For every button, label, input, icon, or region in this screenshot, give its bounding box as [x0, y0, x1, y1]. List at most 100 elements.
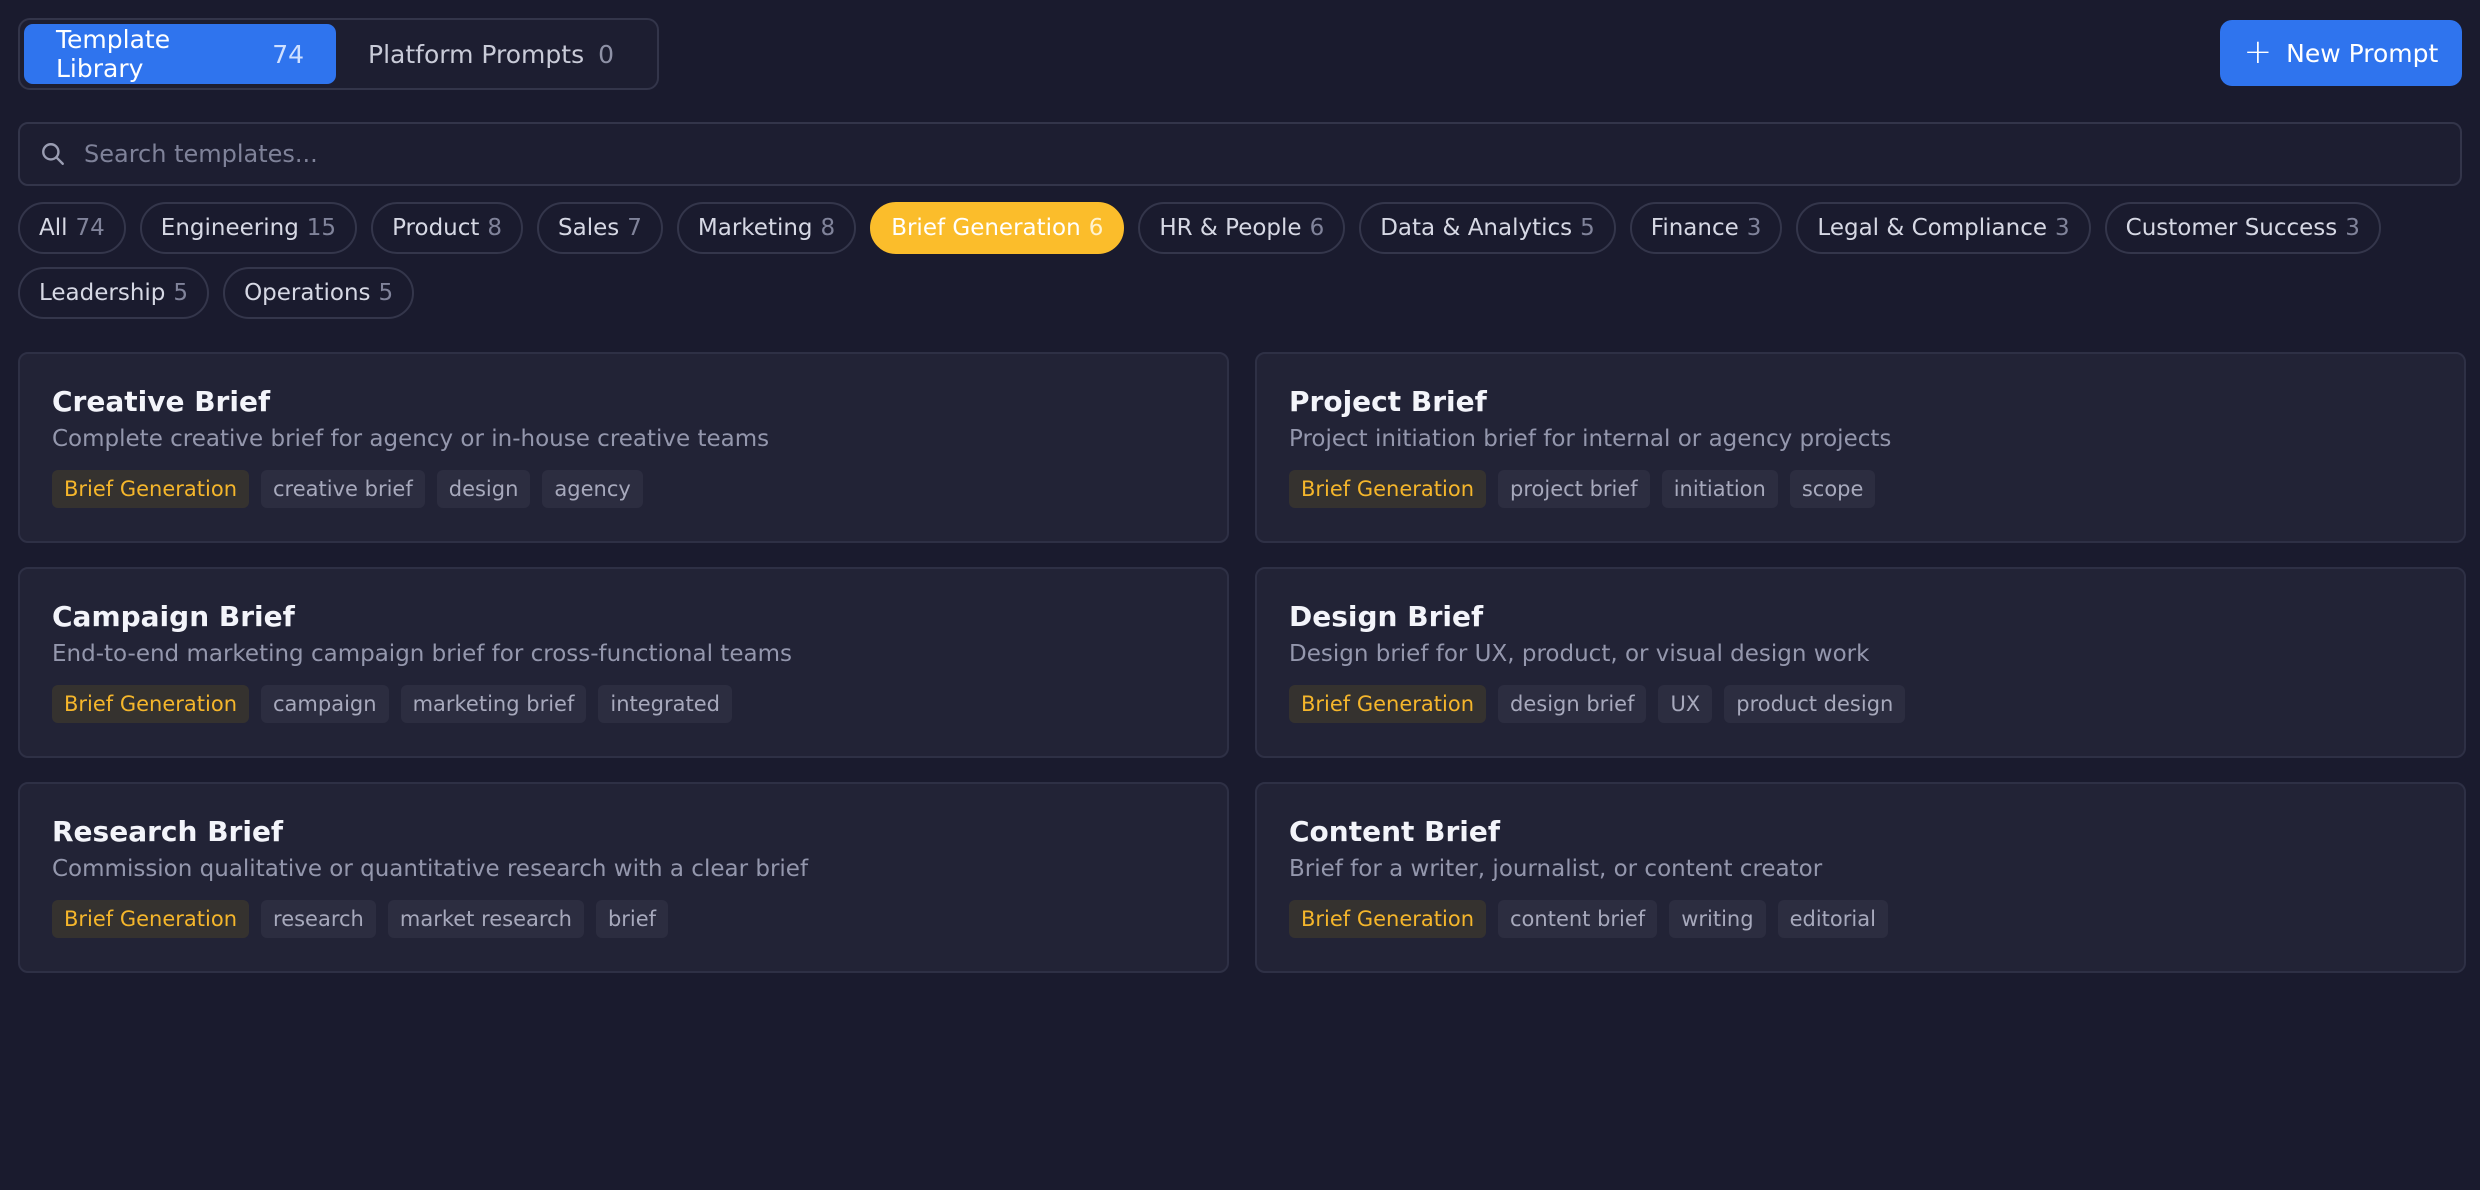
- template-card-description: Commission qualitative or quantitative r…: [52, 856, 809, 882]
- template-card-title: Campaign Brief: [52, 600, 295, 633]
- template-card-title: Project Brief: [1289, 385, 1487, 418]
- filter-row: Leadership 5 Operations 5: [18, 267, 2462, 319]
- filter-chip-brief-generation[interactable]: Brief Generation 6: [870, 202, 1125, 254]
- template-card[interactable]: Campaign Brief End-to-end marketing campa…: [18, 567, 1229, 758]
- template-card-description: Project initiation brief for internal or…: [1289, 426, 1892, 452]
- filter-chip-count: 5: [1580, 215, 1595, 241]
- template-card[interactable]: Content Brief Brief for a writer, journal…: [1255, 782, 2466, 973]
- filter-chip-label: All: [39, 215, 68, 241]
- keyword-tag: marketing brief: [400, 685, 587, 723]
- template-card-tags: Brief Generation campaign marketing brief i…: [52, 685, 1195, 723]
- keyword-tag: market research: [387, 900, 584, 938]
- filter-chip-count: 8: [820, 215, 836, 241]
- tab-label: Platform Prompts: [368, 39, 585, 69]
- template-card-description: Design brief for UX, product, or visual …: [1289, 641, 1870, 667]
- filter-chip-sales[interactable]: Sales 7: [537, 202, 663, 254]
- keyword-tag: project brief: [1498, 470, 1650, 508]
- template-card-description: Brief for a writer, journalist, or conte…: [1289, 856, 1823, 882]
- filter-chip-label: HR & People: [1159, 215, 1302, 241]
- keyword-tag: creative brief: [261, 470, 425, 508]
- template-card[interactable]: Project Brief Project initiation brief fo…: [1255, 352, 2466, 543]
- filter-chip-count: 5: [173, 280, 189, 306]
- keyword-tag: UX: [1658, 685, 1713, 723]
- filter-chip-count: 3: [2055, 215, 2070, 241]
- keyword-tag: initiation: [1661, 470, 1778, 508]
- filter-chip-count: 5: [378, 280, 394, 306]
- filter-chip-engineering[interactable]: Engineering 15: [139, 202, 358, 254]
- template-library-page: Template Library 74 Platform Prompts 0 +…: [0, 0, 2480, 1190]
- filter-chip-label: Finance: [1650, 215, 1739, 241]
- template-card-tags: Brief Generation design brief UX product de…: [1289, 685, 2432, 723]
- filter-row: All 74 Engineering 15 Product 8 Sales 7 Marketin…: [18, 202, 2462, 254]
- template-card[interactable]: Creative Brief Complete creative brief fo…: [18, 352, 1229, 543]
- tab-template-library[interactable]: Template Library 74: [24, 24, 336, 84]
- top-bar: Template Library 74 Platform Prompts 0 +…: [18, 18, 2462, 90]
- category-tag: Brief Generation: [1289, 900, 1487, 938]
- keyword-tag: integrated: [598, 685, 732, 723]
- keyword-tag: design: [436, 470, 531, 508]
- filter-chip-leadership[interactable]: Leadership 5: [18, 267, 210, 319]
- category-tag: Brief Generation: [52, 470, 250, 508]
- filter-chip-product[interactable]: Product 8: [371, 202, 524, 254]
- filter-chip-finance[interactable]: Finance 3: [1629, 202, 1783, 254]
- filter-chip-count: 3: [1746, 215, 1762, 241]
- filter-chip-label: Legal & Compliance: [1817, 215, 2048, 241]
- tab-count: 0: [598, 39, 614, 69]
- search-icon: [42, 143, 64, 165]
- tab-count: 74: [272, 39, 304, 69]
- category-tag: Brief Generation: [1289, 470, 1487, 508]
- keyword-tag: agency: [542, 470, 643, 508]
- tab-label: Template Library: [56, 25, 171, 83]
- filter-chip-count: 3: [2345, 215, 2360, 241]
- filter-chip-label: Operations: [244, 280, 371, 306]
- filter-chip-label: Product: [392, 215, 480, 241]
- keyword-tag: brief: [595, 900, 669, 938]
- template-card-title: Research Brief: [52, 815, 284, 848]
- keyword-tag: research: [261, 900, 376, 938]
- filter-chip-count: 74: [75, 215, 105, 241]
- keyword-tag: design brief: [1498, 685, 1647, 723]
- template-card-description: End-to-end marketing campaign brief for …: [52, 641, 792, 667]
- filter-chip-label: Sales: [558, 215, 620, 241]
- search-bar: [18, 122, 2462, 186]
- category-tag: Brief Generation: [52, 900, 250, 938]
- keyword-tag: product design: [1724, 685, 1906, 723]
- filter-chip-label: Customer Success: [2125, 215, 2338, 241]
- filter-chip-label: Brief Generation: [891, 215, 1081, 241]
- keyword-tag: editorial: [1777, 900, 1888, 938]
- keyword-tag: scope: [1789, 470, 1876, 508]
- filter-chip-customer-success[interactable]: Customer Success 3: [2104, 202, 2381, 254]
- view-tabs: Template Library 74 Platform Prompts 0: [18, 18, 659, 90]
- plus-icon: +: [2243, 31, 2273, 72]
- keyword-tag: campaign: [261, 685, 389, 723]
- filter-chip-legal-compliance[interactable]: Legal & Compliance 3: [1796, 202, 2091, 254]
- category-tag: Brief Generation: [1289, 685, 1487, 723]
- template-card-title: Content Brief: [1289, 815, 1501, 848]
- filter-chip-count: 6: [1309, 215, 1325, 241]
- template-card-description: Complete creative brief for agency or in…: [52, 426, 770, 452]
- template-card[interactable]: Research Brief Commission qualitative or …: [18, 782, 1229, 973]
- filter-chip-count: 7: [627, 215, 642, 241]
- filter-chip-all[interactable]: All 74: [18, 202, 126, 254]
- new-prompt-button[interactable]: + New Prompt: [2220, 20, 2462, 86]
- filter-chip-count: 15: [306, 215, 337, 241]
- category-filters: All 74 Engineering 15 Product 8 Sales 7 Marketin…: [18, 202, 2462, 332]
- new-prompt-label: New Prompt: [2286, 38, 2439, 68]
- filter-chip-label: Engineering: [160, 215, 299, 241]
- tab-platform-prompts[interactable]: Platform Prompts 0: [336, 24, 646, 84]
- filter-chip-marketing[interactable]: Marketing 8: [676, 202, 857, 254]
- template-card-tags: Brief Generation project brief initiation s…: [1289, 470, 2432, 508]
- search-input[interactable]: [84, 140, 2460, 168]
- keyword-tag: content brief: [1498, 900, 1658, 938]
- template-card-tags: Brief Generation research market research b…: [52, 900, 1195, 938]
- template-card-tags: Brief Generation content brief writing edit…: [1289, 900, 2432, 938]
- template-card[interactable]: Design Brief Design brief for UX, product…: [1255, 567, 2466, 758]
- filter-chip-label: Data & Analytics: [1380, 215, 1573, 241]
- filter-chip-operations[interactable]: Operations 5: [223, 267, 415, 319]
- category-tag: Brief Generation: [52, 685, 250, 723]
- filter-chip-hr-people[interactable]: HR & People 6: [1138, 202, 1346, 254]
- keyword-tag: writing: [1669, 900, 1766, 938]
- filter-chip-label: Marketing: [697, 215, 813, 241]
- filter-chip-data-analytics[interactable]: Data & Analytics 5: [1359, 202, 1616, 254]
- template-card-title: Creative Brief: [52, 385, 271, 418]
